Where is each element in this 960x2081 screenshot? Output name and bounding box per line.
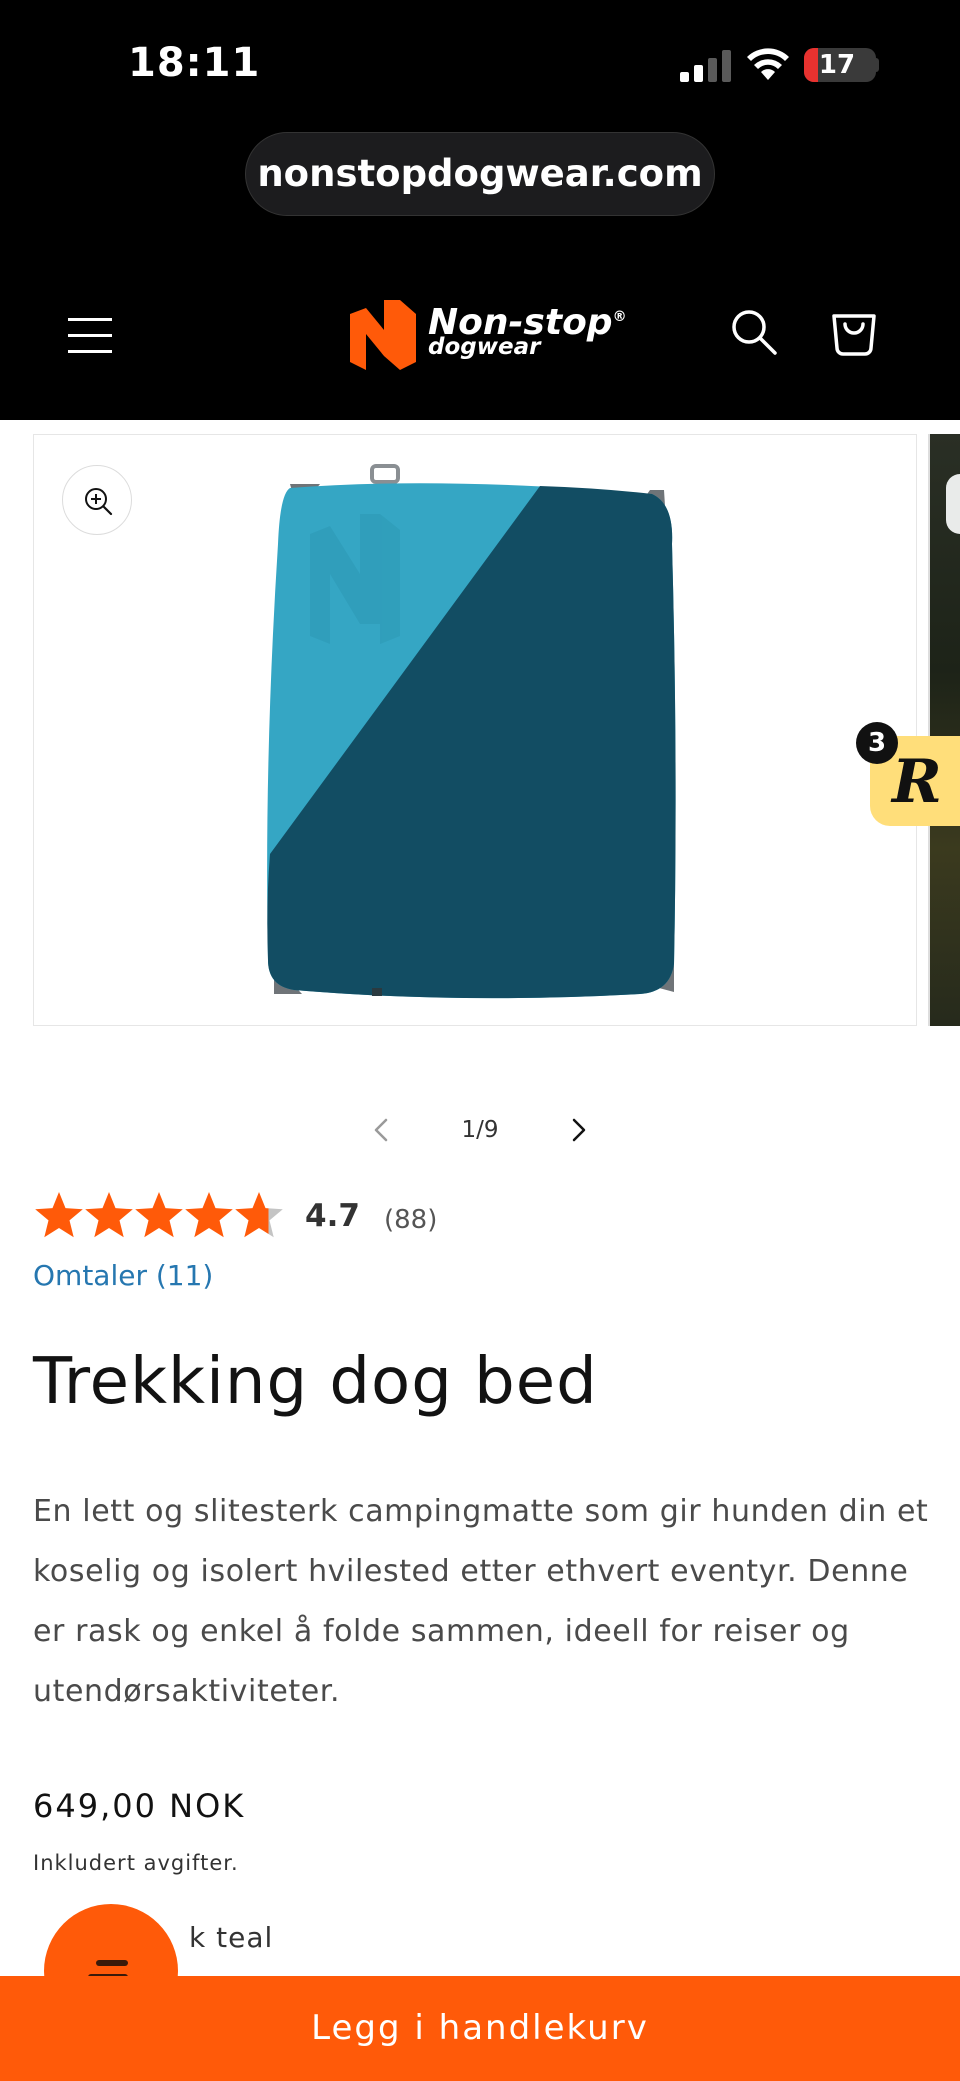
battery-tip [874,58,879,72]
battery-icon: 17 [804,48,876,82]
star-rating [35,1192,283,1238]
slide-preview-highlight [946,474,960,534]
status-bar: 18:11 17 [0,0,960,120]
cart-icon[interactable] [826,302,882,358]
tax-note: Inkludert avgifter. [33,1851,239,1875]
status-time: 18:11 [128,40,261,86]
chat-icon [96,1960,128,1966]
slider-next-button[interactable] [560,1112,596,1148]
rating-value: 4.7 [305,1198,360,1234]
slider-counter: 1/9 [461,1117,499,1143]
color-label-visible-part: k teal [189,1921,274,1954]
product-price: 649,00 NOK [33,1787,246,1825]
reviews-widget-count: 3 [856,722,898,764]
product-image[interactable] [260,464,680,1004]
star-icon [85,1192,133,1238]
registered-mark: ® [612,309,627,325]
product-title: Trekking dog bed [33,1345,598,1419]
star-icon [35,1192,83,1238]
search-icon[interactable] [728,306,780,358]
logo-subtext: dogwear [428,334,541,360]
rating-count: (88) [384,1205,438,1235]
zoom-in-icon [85,488,113,516]
menu-icon[interactable] [62,308,118,364]
browser-url-area: nonstopdogwear.com [0,120,960,270]
star-icon [185,1192,233,1238]
product-description: En lett og slitesterk campingmatte som g… [33,1494,929,1709]
zoom-button[interactable] [62,465,132,535]
star-icon [235,1192,283,1238]
cellular-signal-icon [680,50,731,82]
wifi-icon [747,48,789,80]
battery-level: 17 [818,50,856,80]
star-icon [135,1192,183,1238]
url-bar[interactable]: nonstopdogwear.com [245,132,715,216]
slider-previous-button[interactable] [364,1112,400,1148]
site-header: Non-stop® dogwear [0,270,960,420]
add-to-cart-button[interactable]: Legg i handlekurv [0,1976,960,2081]
reviews-widget-letter: R [892,747,942,817]
logo-mark-icon [350,300,416,370]
reviews-link[interactable]: Omtaler (11) [33,1256,213,1296]
next-slide-preview[interactable] [928,434,960,1026]
site-logo[interactable]: Non-stop® dogwear [350,296,627,376]
